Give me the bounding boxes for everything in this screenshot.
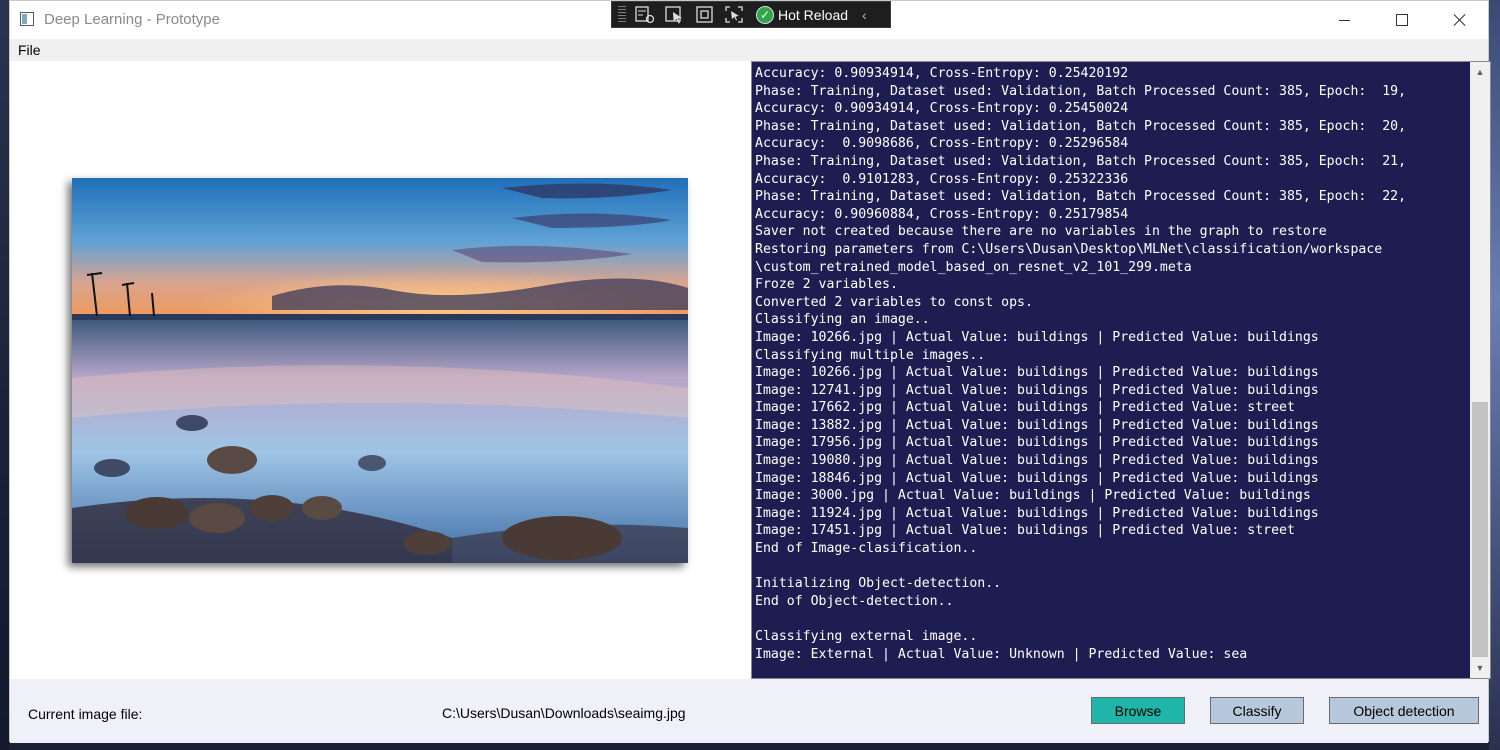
console-line: Image: 10266.jpg | Actual Value: buildin… <box>755 365 1319 381</box>
console-line: Froze 2 variables. <box>755 277 898 293</box>
console-line: Image: 3000.jpg | Actual Value: building… <box>755 488 1311 504</box>
minimize-button[interactable] <box>1315 1 1373 39</box>
track-focus-icon[interactable] <box>724 5 746 25</box>
console-scrollbar[interactable]: ▲ ▼ <box>1470 62 1490 678</box>
display-layout-adorners-icon[interactable] <box>694 5 716 25</box>
close-button[interactable] <box>1431 1 1489 39</box>
desktop-background-left <box>0 0 9 750</box>
live-visual-tree-icon[interactable] <box>634 5 656 25</box>
current-image-path: C:\Users\Dusan\Downloads\seaimg.jpg <box>442 705 686 721</box>
minimize-icon <box>1338 19 1350 21</box>
current-image-label: Current image file: <box>28 706 143 722</box>
menu-bar: File <box>10 39 1488 61</box>
image-preview-pane <box>10 61 751 679</box>
console-line: Image: 17662.jpg | Actual Value: buildin… <box>755 400 1295 416</box>
close-icon <box>1453 13 1467 27</box>
console-line: Accuracy: 0.90934914, Cross-Entropy: 0.2… <box>755 66 1129 81</box>
menu-item-file[interactable]: File <box>18 42 41 58</box>
console-line: Image: 13882.jpg | Actual Value: buildin… <box>755 417 1319 433</box>
console-line: Accuracy: 0.90934914, Cross-Entropy: 0.2… <box>755 101 1129 117</box>
console-line: Image: 17451.jpg | Actual Value: buildin… <box>755 523 1295 539</box>
console-log-text: Accuracy: 0.90934914, Cross-Entropy: 0.2… <box>755 65 1467 663</box>
title-bar[interactable]: Deep Learning - Prototype ✓ Hot Reload ‹ <box>10 1 1488 39</box>
console-line: Classifying external image.. <box>755 629 978 644</box>
console-line: \custom_retrained_model_based_on_resnet_… <box>755 259 1192 275</box>
window-title: Deep Learning - Prototype <box>44 11 220 28</box>
console-line: Restoring parameters from C:\Users\Dusan… <box>755 241 1383 257</box>
object-detection-button[interactable]: Object detection <box>1329 697 1479 724</box>
console-line: Classifying an image.. <box>755 312 930 328</box>
scroll-down-arrow-icon[interactable]: ▼ <box>1470 658 1490 678</box>
app-window-icon <box>20 12 34 26</box>
console-line: Phase: Training, Dataset used: Validatio… <box>755 118 1407 134</box>
maximize-button[interactable] <box>1373 1 1431 39</box>
console-line: Image: External | Actual Value: Unknown … <box>755 646 1248 662</box>
console-line: End of Object-detection.. <box>755 593 954 609</box>
app-window: Deep Learning - Prototype ✓ Hot Reload ‹… <box>9 0 1491 743</box>
console-line: Initializing Object-detection.. <box>755 576 1002 592</box>
collapse-chevron-icon[interactable]: ‹ <box>862 7 867 23</box>
console-line: Accuracy: 0.9098686, Cross-Entropy: 0.25… <box>755 136 1129 152</box>
preview-image <box>72 178 688 563</box>
console-line: Classifying multiple images.. <box>755 347 986 363</box>
hot-reload-check-icon: ✓ <box>756 5 774 24</box>
console-line: Phase: Training, Dataset used: Validatio… <box>755 189 1407 205</box>
console-line: Saver not created because there are no v… <box>755 224 1327 240</box>
console-line: Image: 17956.jpg | Actual Value: buildin… <box>755 435 1319 451</box>
console-line: Accuracy: 0.9101283, Cross-Entropy: 0.25… <box>755 171 1129 187</box>
console-line: End of Image-clasification.. <box>755 541 978 557</box>
scroll-up-arrow-icon[interactable]: ▲ <box>1470 62 1490 82</box>
toolbar-grip-handle[interactable] <box>618 5 626 24</box>
console-line: Image: 11924.jpg | Actual Value: buildin… <box>755 505 1319 521</box>
hot-reload-toolbar: ✓ Hot Reload ‹ <box>611 1 891 28</box>
console-output[interactable]: Accuracy: 0.90934914, Cross-Entropy: 0.2… <box>751 61 1491 679</box>
maximize-icon <box>1396 14 1408 26</box>
console-line: Phase: Training, Dataset used: Validatio… <box>755 83 1407 99</box>
classify-button[interactable]: Classify <box>1210 697 1304 724</box>
console-line: Image: 18846.jpg | Actual Value: buildin… <box>755 470 1319 486</box>
scrollbar-thumb[interactable] <box>1472 402 1488 657</box>
browse-button[interactable]: Browse <box>1091 697 1185 724</box>
console-line: Image: 12741.jpg | Actual Value: buildin… <box>755 382 1319 398</box>
bottom-control-bar: Current image file: C:\Users\Dusan\Downl… <box>10 679 1488 743</box>
console-line: Accuracy: 0.90960884, Cross-Entropy: 0.2… <box>755 206 1129 222</box>
console-line: Image: 10266.jpg | Actual Value: buildin… <box>755 329 1319 345</box>
select-element-icon[interactable] <box>664 5 686 25</box>
console-line: Converted 2 variables to const ops. <box>755 294 1033 310</box>
hot-reload-label[interactable]: Hot Reload <box>778 7 848 23</box>
console-line: Image: 19080.jpg | Actual Value: buildin… <box>755 453 1319 469</box>
console-line: Phase: Training, Dataset used: Validatio… <box>755 153 1407 169</box>
